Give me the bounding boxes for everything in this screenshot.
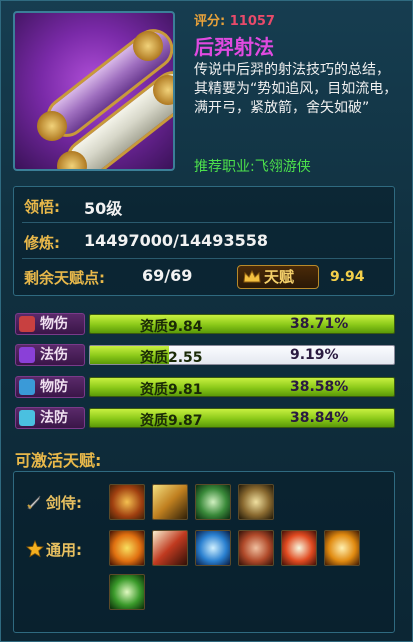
divider (22, 222, 392, 223)
scroll-cap-shape (133, 31, 163, 61)
arrow-burst-icon[interactable] (152, 530, 188, 566)
divider (22, 258, 392, 259)
stat-percent: 38.71% (290, 316, 349, 332)
stat-row-magic-attack: 法伤 资质2.55 9.19% (15, 344, 395, 366)
sword-icon (27, 495, 41, 510)
stat-label: 法伤 (40, 347, 68, 363)
stat-percent: 38.84% (290, 410, 349, 426)
stat-bar: 资质2.55 9.19% (89, 345, 395, 366)
stat-quality: 资质2.55 (140, 350, 203, 366)
remaining-points-label: 剩余天赋点: (24, 269, 105, 287)
general-row-label: 通用: (46, 541, 82, 559)
skill-name: 后羿射法 (194, 35, 274, 59)
green-figure-icon[interactable] (109, 574, 145, 610)
stat-percent: 9.19% (290, 347, 339, 363)
shield-gem-icon (19, 379, 35, 395)
cultivation-value: 14497000/14493558 (84, 231, 268, 250)
cultivation-label: 修炼: (24, 234, 60, 252)
stat-tag: 法防 (15, 407, 85, 429)
talent-window: 评分: 11057 后羿射法 传说中后羿的射法技巧的总结，其精要为“势如追风，目… (0, 0, 413, 642)
stat-bar: 资质9.84 38.71% (89, 314, 395, 335)
wand-gem-icon (19, 347, 35, 363)
sword-green-icon[interactable] (195, 484, 231, 520)
skill-scroll-icon (13, 11, 175, 171)
talent-score: 9.94 (330, 269, 365, 285)
scroll-cap-shape (37, 111, 67, 141)
activatable-title: 可激活天赋: (15, 451, 102, 470)
sword-burst-icon[interactable] (238, 484, 274, 520)
stat-label: 物伤 (40, 316, 68, 332)
skill-description: 传说中后羿的射法技巧的总结，其精要为“势如追风，目如流电，满开弓，紧放箭，舍矢如… (194, 62, 398, 116)
stat-label: 法防 (40, 410, 68, 426)
comprehension-value: 50级 (84, 199, 123, 218)
stat-percent: 38.58% (290, 379, 349, 395)
fist-icon[interactable] (238, 530, 274, 566)
stat-bar: 资质9.81 38.58% (89, 377, 395, 398)
flame-figure-icon[interactable] (281, 530, 317, 566)
score-line: 评分: 11057 (194, 10, 275, 29)
comprehension-label: 领悟: (24, 198, 60, 216)
stat-tag: 物伤 (15, 313, 85, 335)
sword-strike-icon[interactable] (109, 484, 145, 520)
stat-row-physical-attack: 物伤 资质9.84 38.71% (15, 313, 395, 335)
magic-shield-gem-icon (19, 410, 35, 426)
blue-aura-icon[interactable] (195, 530, 231, 566)
stat-label: 物防 (40, 379, 68, 395)
talent-button[interactable]: 天赋 (237, 265, 319, 289)
remaining-points-value: 69/69 (142, 266, 193, 285)
crown-icon (243, 270, 261, 283)
stat-tag: 法伤 (15, 344, 85, 366)
sword-row-label: 剑侍: (46, 494, 82, 512)
stat-quality: 资质9.81 (140, 382, 203, 398)
sword-slash-icon[interactable] (152, 484, 188, 520)
fire-body-icon[interactable] (109, 530, 145, 566)
sun-burst-icon[interactable] (324, 530, 360, 566)
stat-quality: 资质9.84 (140, 319, 203, 335)
stat-bar: 资质9.87 38.84% (89, 408, 395, 429)
recommended-class: 推荐职业:飞翎游侠 (194, 159, 311, 175)
info-panel: 领悟: 50级 修炼: 14497000/14493558 剩余天赋点: 69/… (13, 186, 395, 296)
score-label: 评分: (194, 14, 226, 29)
stat-quality: 资质9.87 (140, 413, 203, 429)
talent-button-label: 天赋 (264, 268, 295, 286)
score-value: 11057 (229, 14, 275, 29)
sword-gem-icon (19, 316, 35, 332)
star-icon (26, 540, 44, 558)
stat-row-magic-defense: 法防 资质9.87 38.84% (15, 407, 395, 429)
activatable-panel: 剑侍: 通用: (13, 471, 395, 633)
scroll-cap-shape (153, 75, 173, 105)
stat-row-physical-defense: 物防 资质9.81 38.58% (15, 376, 395, 398)
stat-tag: 物防 (15, 376, 85, 398)
